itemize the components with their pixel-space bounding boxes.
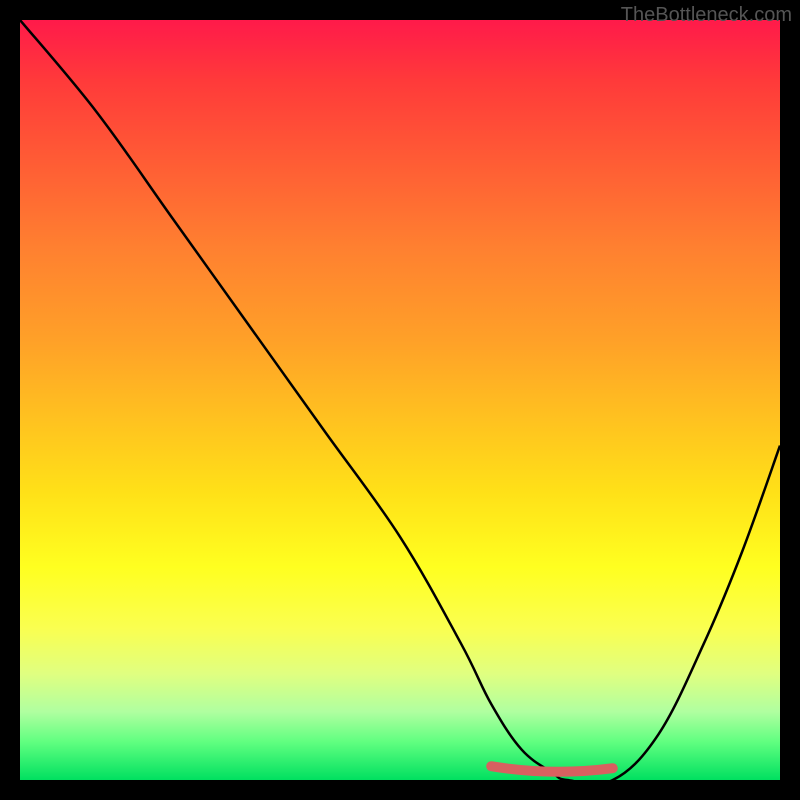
chart-plot-area xyxy=(20,20,780,780)
bottleneck-curve xyxy=(20,20,780,780)
watermark-text: TheBottleneck.com xyxy=(621,4,792,27)
